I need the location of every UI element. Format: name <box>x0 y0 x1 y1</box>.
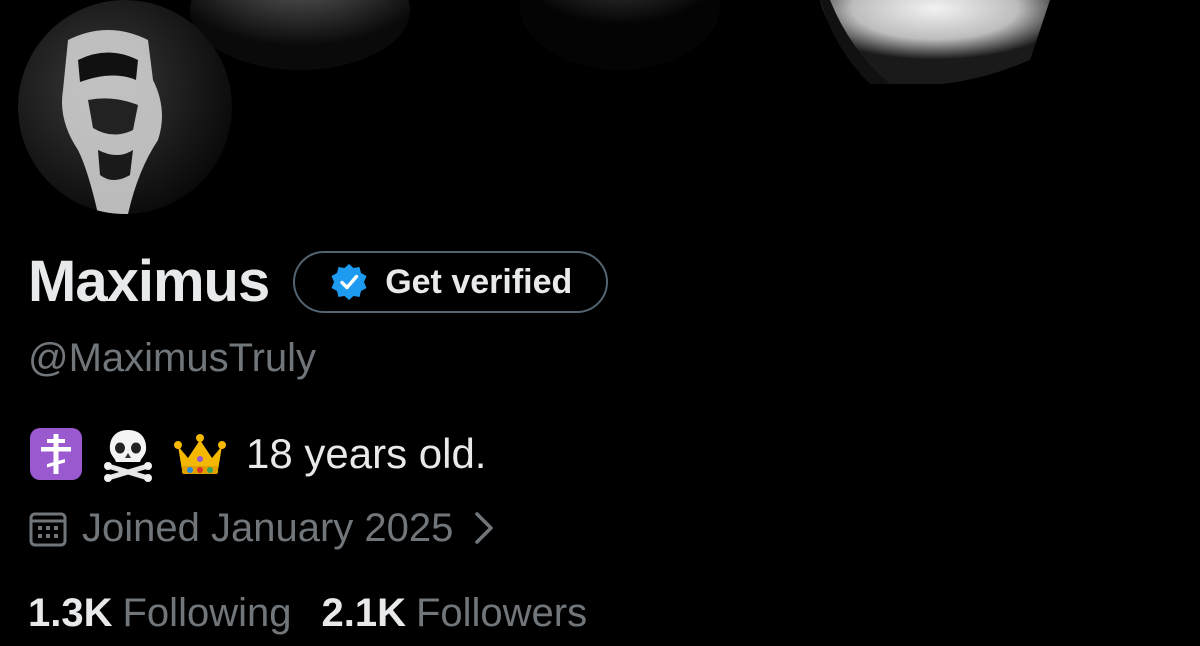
get-verified-label: Get verified <box>385 262 573 301</box>
crown-emoji <box>174 434 226 474</box>
following-label: Following <box>122 590 292 635</box>
following-stat[interactable]: 1.3K Following <box>28 591 291 636</box>
calendar-icon <box>29 512 67 547</box>
name-row: Maximus Get verified <box>28 248 609 316</box>
verified-badge-icon <box>331 264 367 300</box>
avatar-image <box>18 0 232 214</box>
skull-and-crossbones-emoji <box>104 430 152 482</box>
following-count: 1.3K <box>28 590 113 635</box>
display-name: Maximus <box>28 249 270 314</box>
joined-date-text: Joined January 2025 <box>82 505 454 550</box>
follow-stats: 1.3K Following 2.1K Followers <box>28 588 617 638</box>
followers-stat[interactable]: 2.1K Followers <box>321 591 587 636</box>
joined-date-row[interactable]: Joined January 2025 <box>28 502 495 554</box>
profile-bio: 18 years old. <box>28 424 486 484</box>
avatar[interactable] <box>18 0 232 214</box>
get-verified-button[interactable]: Get verified <box>293 251 609 313</box>
followers-count: 2.1K <box>321 590 406 635</box>
orthodox-cross-emoji <box>30 428 82 480</box>
bio-text: 18 years old. <box>246 430 487 477</box>
profile-page: Maximus Get verified @MaximusTruly 18 ye… <box>0 0 1200 646</box>
chevron-right-icon <box>475 512 494 544</box>
user-handle: @MaximusTruly <box>28 336 317 380</box>
followers-label: Followers <box>415 590 588 635</box>
